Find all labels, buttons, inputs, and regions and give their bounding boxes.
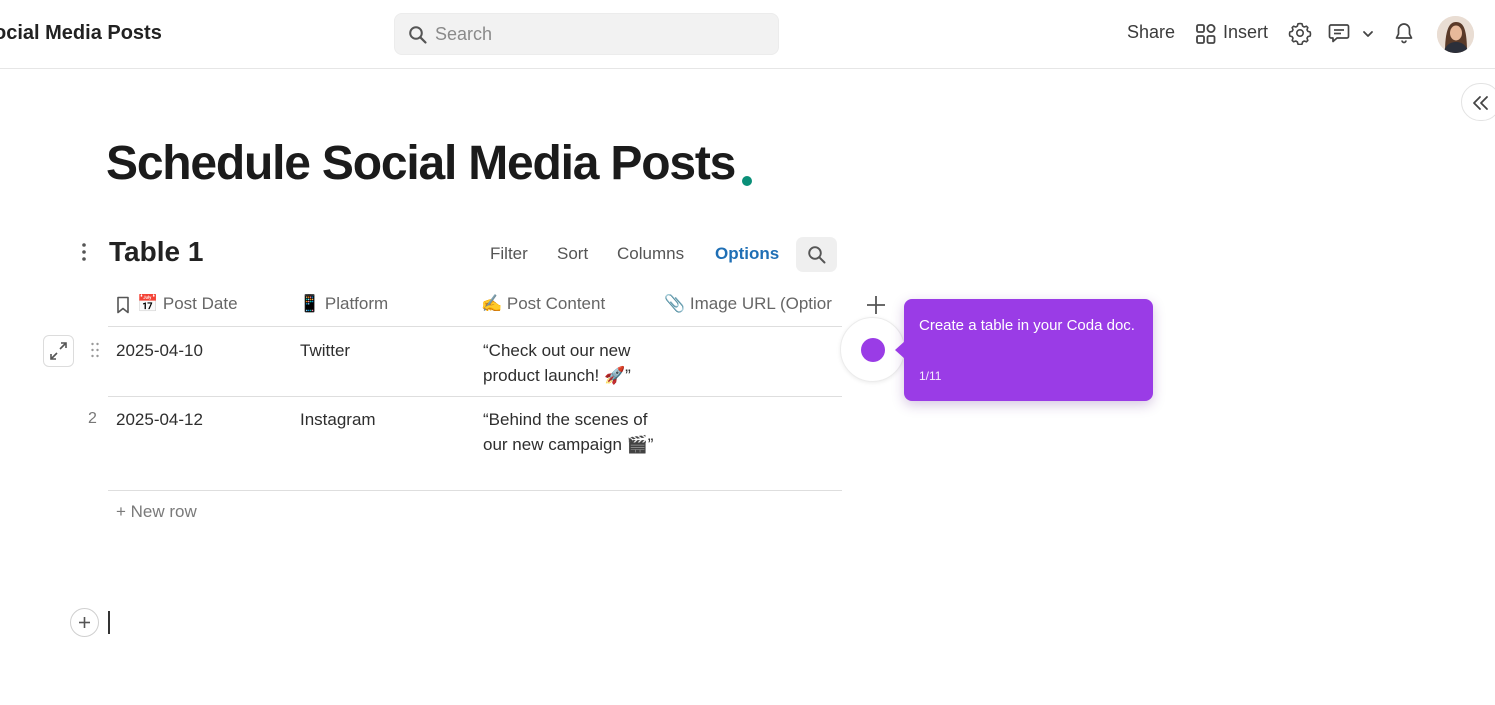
avatar-image: [1437, 16, 1474, 53]
table-menu-icon[interactable]: [76, 241, 92, 263]
search-box[interactable]: [394, 13, 779, 55]
cell-post-date[interactable]: 2025-04-12: [116, 407, 203, 432]
expand-row-button[interactable]: [43, 335, 74, 367]
columns-button[interactable]: Columns: [617, 244, 684, 264]
row-divider: [108, 490, 842, 491]
collaborator-cursor-dot: [742, 176, 752, 186]
cell-post-content[interactable]: “Behind the scenes of our new campaign 🎬…: [483, 407, 655, 457]
plus-icon: [79, 617, 90, 628]
cell-post-date[interactable]: 2025-04-10: [116, 338, 203, 363]
cell-platform[interactable]: Instagram: [300, 407, 376, 432]
filter-button[interactable]: Filter: [490, 244, 528, 264]
collapse-panel-button[interactable]: [1461, 83, 1495, 121]
comment-icon[interactable]: [1327, 21, 1351, 45]
text-caret[interactable]: [108, 611, 110, 634]
column-header-post-content[interactable]: ✍️ Post Content: [481, 294, 659, 314]
tooltip-text: Create a table in your Coda doc.: [919, 317, 1135, 334]
row-number: 2: [88, 410, 97, 427]
cell-post-content[interactable]: “Check out our new product launch! 🚀”: [483, 338, 655, 388]
search-icon: [808, 246, 826, 264]
drag-handle-icon[interactable]: [90, 341, 100, 359]
onboarding-tooltip[interactable]: Create a table in your Coda doc. 1/11: [895, 299, 1153, 401]
collapse-double-chevron-icon: [1473, 96, 1488, 110]
insert-grid-icon: [1196, 24, 1216, 44]
add-column-icon[interactable]: [865, 294, 887, 316]
search-icon: [409, 26, 427, 44]
cell-platform[interactable]: Twitter: [300, 338, 350, 363]
hint-beacon-dot[interactable]: [861, 338, 885, 362]
column-header-image-url[interactable]: 📎 Image URL (Optior: [664, 294, 834, 314]
header-divider: [108, 326, 842, 327]
bell-icon[interactable]: [1392, 21, 1416, 45]
column-header-platform[interactable]: 📱 Platform: [299, 294, 474, 314]
column-header-post-date[interactable]: 📅 Post Date: [137, 294, 297, 314]
top-bar: ocial Media Posts Share Insert: [0, 0, 1495, 69]
sort-button[interactable]: Sort: [557, 244, 588, 264]
table-name[interactable]: Table 1: [109, 236, 203, 268]
bookmark-icon: [117, 296, 129, 314]
gear-icon[interactable]: [1288, 21, 1312, 45]
page-title[interactable]: Schedule Social Media Posts: [106, 136, 736, 191]
expand-icon: [50, 342, 67, 360]
search-input[interactable]: [435, 14, 765, 54]
row-divider: [108, 396, 842, 397]
add-block-button[interactable]: [70, 608, 99, 637]
table-search-button[interactable]: [796, 237, 837, 272]
tooltip-step-counter: 1/11: [919, 369, 942, 383]
insert-label: Insert: [1223, 22, 1269, 42]
options-button[interactable]: Options: [715, 244, 779, 264]
avatar[interactable]: [1437, 16, 1474, 53]
chevron-down-icon[interactable]: [1361, 27, 1375, 41]
new-row-button[interactable]: + New row: [116, 502, 197, 522]
share-button[interactable]: Share: [1127, 22, 1175, 43]
doc-title[interactable]: ocial Media Posts: [0, 22, 162, 45]
